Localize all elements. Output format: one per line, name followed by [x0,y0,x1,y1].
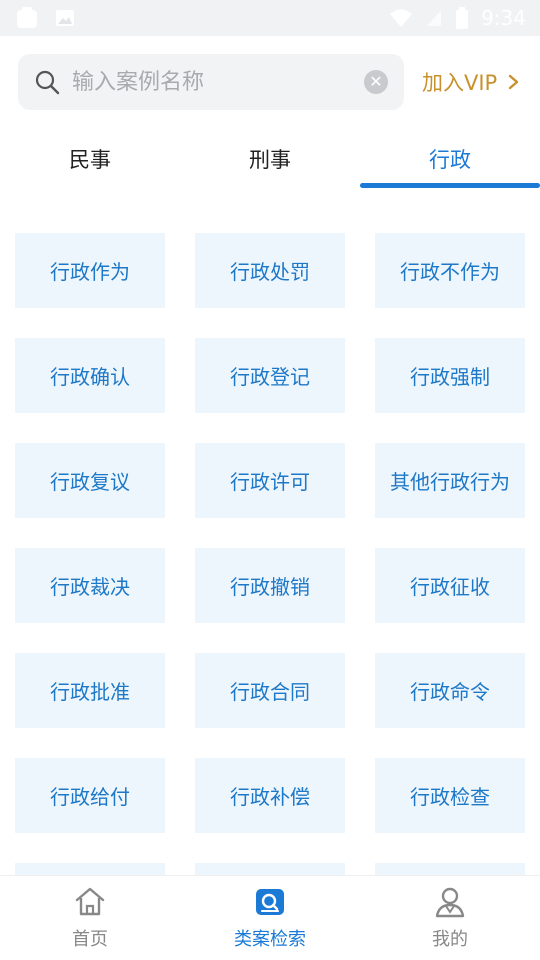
category-item[interactable]: 行政强制 [375,338,525,413]
tab-civil[interactable]: 民事 [0,130,180,188]
category-item[interactable]: 行政检查 [375,758,525,833]
category-item-label: 行政登记 [230,365,310,389]
category-item-label: 行政作为 [50,260,130,284]
case-search-icon [256,889,284,915]
category-item[interactable]: 行政批准 [15,653,165,728]
wifi-icon [390,9,413,27]
category-item-label: 行政补偿 [230,785,310,809]
search-row: ✕ 加入VIP [18,54,528,110]
category-item[interactable]: 行政处罚 [195,233,345,308]
search-icon [35,70,60,95]
status-bar: 9:34 [0,0,540,36]
category-item[interactable]: 行政征收 [375,548,525,623]
tab-criminal[interactable]: 刑事 [180,130,360,188]
nav-profile-label: 我的 [432,929,468,950]
category-item[interactable]: 行政复议 [15,443,165,518]
category-item[interactable]: 行政给付 [15,758,165,833]
category-item[interactable]: 行政合同 [195,653,345,728]
battery-icon [456,7,469,29]
status-time: 9:34 [481,6,526,30]
category-item[interactable]: 行政命令 [375,653,525,728]
category-item-label: 行政命令 [410,680,490,704]
category-item-label: 行政许可 [230,470,310,494]
category-item-partial[interactable] [375,863,525,875]
home-icon [75,887,105,916]
category-item-partial[interactable] [195,863,345,875]
category-item[interactable]: 行政裁决 [15,548,165,623]
category-item[interactable]: 行政登记 [195,338,345,413]
status-right: 9:34 [389,6,526,30]
category-item-label: 行政给付 [50,785,130,809]
nav-case-search-label: 类案检索 [234,929,306,950]
tab-civil-label: 民事 [69,148,111,172]
category-item-label: 行政征收 [410,575,490,599]
clear-icon[interactable]: ✕ [364,70,388,94]
category-item-label: 行政复议 [50,470,130,494]
category-item-label: 行政强制 [410,365,490,389]
category-item[interactable]: 行政不作为 [375,233,525,308]
join-vip-label: 加入VIP [422,71,498,95]
category-tabs: 民事 刑事 行政 [0,130,540,190]
tab-administrative[interactable]: 行政 [360,130,540,188]
category-item-label: 行政确认 [50,365,130,389]
nav-home[interactable]: 首页 [0,876,180,960]
nav-home-label: 首页 [72,929,108,950]
nav-case-search[interactable]: 类案检索 [180,876,360,960]
category-item[interactable]: 行政许可 [195,443,345,518]
chevron-right-icon [509,74,519,90]
category-item-label: 行政处罚 [230,260,310,284]
category-item-label: 行政裁决 [50,575,130,599]
status-left [14,5,76,31]
image-icon [56,10,74,26]
nav-profile[interactable]: 我的 [360,876,540,960]
category-item-label: 其他行政行为 [390,470,510,494]
category-item-label: 行政合同 [230,680,310,704]
search-input[interactable] [72,69,364,95]
tab-administrative-label: 行政 [429,148,471,172]
category-item[interactable]: 行政撤销 [195,548,345,623]
notification-icon [17,7,37,28]
signal-icon [427,10,442,26]
tab-criminal-label: 刑事 [249,148,291,172]
category-item[interactable]: 行政确认 [15,338,165,413]
category-item[interactable]: 行政作为 [15,233,165,308]
category-item-label: 行政检查 [410,785,490,809]
category-item-label: 行政撤销 [230,575,310,599]
bottom-nav: 首页 类案检索 我的 [0,875,540,960]
category-item-partial[interactable] [15,863,165,875]
search-box[interactable]: ✕ [18,54,404,110]
category-item[interactable]: 其他行政行为 [375,443,525,518]
category-item-label: 行政不作为 [400,260,500,284]
active-tab-indicator [360,183,540,188]
join-vip-button[interactable]: 加入VIP [422,67,521,97]
category-item[interactable]: 行政补偿 [195,758,345,833]
category-item-label: 行政批准 [50,680,130,704]
category-grid: 行政作为 行政处罚 行政不作为 行政确认 行政登记 行政强制 行政复议 行政许可 其他行政行为行… [15,233,525,875]
profile-icon [435,887,465,918]
